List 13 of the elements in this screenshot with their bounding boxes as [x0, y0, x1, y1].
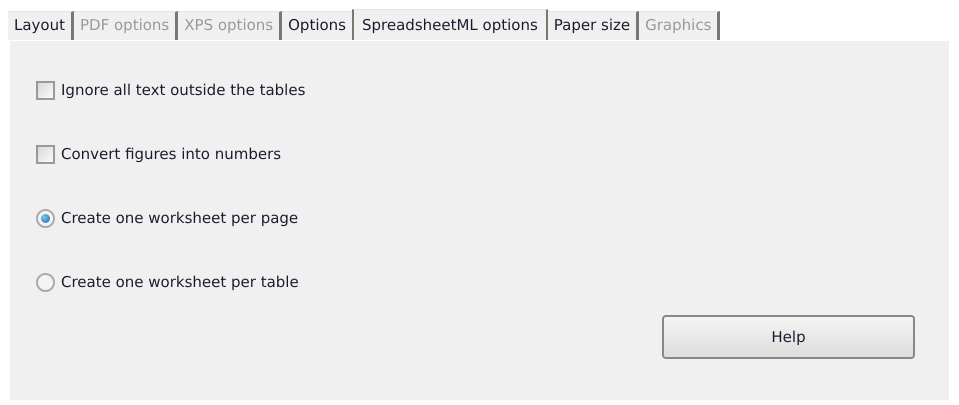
- option-label: Ignore all text outside the tables: [61, 81, 306, 99]
- option-label: Create one worksheet per table: [61, 273, 299, 291]
- checkbox[interactable]: [36, 80, 55, 100]
- tab[interactable]: Options: [282, 11, 355, 40]
- option-label: Create one worksheet per page: [61, 209, 298, 227]
- tab[interactable]: SpreadsheetML options: [352, 9, 548, 40]
- option-label: Convert figures into numbers: [61, 145, 282, 163]
- checkbox[interactable]: [36, 144, 55, 164]
- tab[interactable]: Layout: [8, 11, 74, 40]
- tab[interactable]: Paper size: [548, 11, 640, 40]
- help-button[interactable]: Help: [662, 315, 915, 359]
- radio-button[interactable]: [36, 208, 55, 228]
- radio-button[interactable]: [36, 272, 55, 292]
